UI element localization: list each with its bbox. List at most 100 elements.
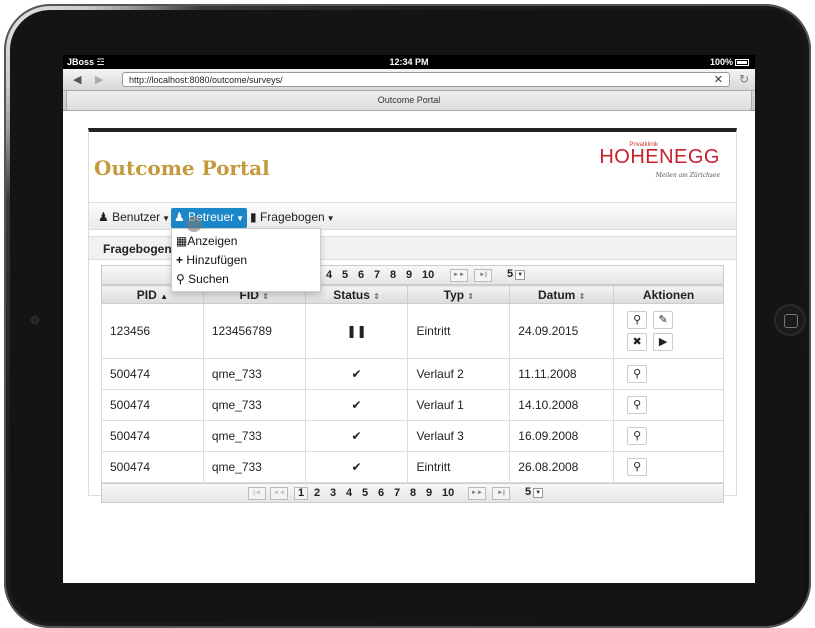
cell-fid: qme_733	[202, 358, 306, 390]
cell-datum: 14.10.2008	[509, 389, 615, 421]
pager-page[interactable]: 5	[342, 269, 348, 281]
back-icon[interactable]: ◀	[73, 73, 81, 86]
search-icon[interactable]: ⚲	[627, 311, 648, 329]
menu-benutzer[interactable]: ♟ Benutzer ▼	[95, 208, 173, 228]
cell-status: ✔	[304, 451, 409, 483]
battery-indicator: 100%	[710, 57, 749, 67]
cell-fid: qme_733	[202, 389, 306, 421]
file-icon: ▮	[250, 210, 257, 224]
pager-page[interactable]: 3	[330, 487, 336, 499]
sort-icon: ⇕	[373, 291, 380, 301]
logo-tagline: Meilen am Zürichsee	[655, 172, 720, 179]
cell-actions: ⚲	[613, 389, 724, 421]
cell-status: ✔	[304, 389, 409, 421]
search-icon[interactable]: ⚲	[627, 396, 648, 414]
cell-pid: 500474	[101, 358, 204, 390]
pause-icon: ❚❚	[346, 324, 367, 338]
cell-actions: ⚲	[613, 451, 724, 483]
table-icon: ▦	[176, 234, 188, 248]
page-size-select[interactable]: 5 ▼	[507, 268, 526, 280]
camera-icon	[31, 316, 39, 324]
cell-typ: Verlauf 3	[407, 420, 511, 452]
pager-page[interactable]: 6	[378, 487, 384, 499]
column-header-typ[interactable]: Typ ⇕	[407, 285, 511, 304]
check-icon: ✔	[351, 367, 362, 381]
sort-icon: ⇕	[578, 291, 586, 301]
cell-pid: 500474	[101, 420, 204, 452]
pager-page[interactable]: 9	[406, 269, 412, 281]
check-icon: ✔	[351, 460, 362, 474]
survey-table: PID ▲ FID ⇕ Status ⇕ Typ ⇕ Datum ⇕ Aktio…	[101, 285, 724, 483]
cell-actions: ⚲	[613, 358, 724, 390]
pager-page-current[interactable]: 1	[294, 487, 308, 500]
pager-page[interactable]: 5	[362, 487, 368, 499]
dropdown-item-hinzufuegen[interactable]: + Hinzufügen	[172, 251, 320, 270]
tab-bar: Outcome Portal	[63, 91, 755, 111]
web-page: Outcome Portal Privatklinik HOHENEGG Mei…	[63, 111, 755, 583]
cell-typ: Eintritt	[407, 451, 511, 483]
search-icon[interactable]: ⚲	[627, 458, 648, 476]
next-page-icon[interactable]: ►►	[468, 487, 486, 500]
betreuer-dropdown: ▦Anzeigen + Hinzufügen ⚲ Suchen	[171, 228, 321, 292]
pager-page[interactable]: 8	[410, 487, 416, 499]
menu-fragebogen[interactable]: ▮ Fragebogen ▼	[247, 208, 338, 228]
pager-page[interactable]: 6	[358, 269, 364, 281]
pager-page[interactable]: 2	[314, 487, 320, 499]
first-page-icon[interactable]: |◄	[248, 487, 266, 500]
browser-toolbar: ◀ ▶ http://localhost:8080/outcome/survey…	[63, 69, 755, 91]
delete-icon[interactable]: ✖	[627, 333, 648, 351]
cell-pid: 500474	[101, 389, 204, 421]
cell-datum: 24.09.2015	[509, 303, 615, 359]
status-bar: JBoss ☲ 12:34 PM 100%	[63, 55, 755, 69]
pager-page[interactable]: 7	[394, 487, 400, 499]
tab-outcome-portal[interactable]: Outcome Portal	[66, 91, 752, 111]
cell-datum: 26.08.2008	[509, 451, 615, 483]
cell-datum: 11.11.2008	[509, 358, 615, 390]
page-size-select[interactable]: 5 ▼	[525, 486, 544, 498]
home-button[interactable]	[774, 304, 806, 336]
cell-actions: ⚲	[613, 420, 724, 452]
cell-typ: Eintritt	[407, 303, 511, 359]
reload-icon[interactable]: ↻	[739, 72, 749, 86]
cell-fid: qme_733	[202, 420, 306, 452]
battery-icon	[735, 59, 749, 66]
cell-fid: 123456789	[202, 303, 306, 359]
play-icon[interactable]: ▶	[653, 333, 674, 351]
cell-status: ❚❚	[304, 303, 409, 359]
dropdown-item-suchen[interactable]: ⚲ Suchen	[172, 270, 320, 289]
survey-grid: 3 4 5 6 7 8 9 10 ►► ►| 5▼ PID ▲	[101, 265, 724, 503]
brand-title[interactable]: Outcome Portal	[94, 156, 270, 180]
pager-page[interactable]: 4	[326, 269, 332, 281]
prev-page-icon[interactable]: ◄◄	[270, 487, 288, 500]
search-icon[interactable]: ⚲	[627, 427, 648, 445]
menu-betreuer[interactable]: ♟ Betreuer ▼	[171, 208, 248, 228]
table-row: 500474 qme_733 ✔ Eintritt 26.08.2008 ⚲	[101, 451, 724, 483]
search-icon[interactable]: ⚲	[627, 365, 648, 383]
table-row: 500474 qme_733 ✔ Verlauf 1 14.10.2008 ⚲	[101, 389, 724, 421]
next-page-icon[interactable]: ►►	[450, 269, 468, 282]
caret-down-icon: ▼	[326, 214, 335, 223]
pager-page[interactable]: 9	[426, 487, 432, 499]
forward-icon[interactable]: ▶	[95, 73, 103, 86]
select-arrow-icon: ▼	[515, 270, 526, 280]
cell-datum: 16.09.2008	[509, 420, 615, 452]
column-header-aktionen: Aktionen	[613, 285, 724, 304]
column-header-datum[interactable]: Datum ⇕	[509, 285, 615, 304]
pager-page[interactable]: 10	[442, 487, 454, 499]
url-field[interactable]: http://localhost:8080/outcome/surveys/ ✕	[122, 72, 730, 87]
edit-icon[interactable]: ✎	[653, 311, 674, 329]
pager-page[interactable]: 7	[374, 269, 380, 281]
logo-main-text: HOHENEGG	[599, 146, 720, 168]
last-page-icon[interactable]: ►|	[474, 269, 492, 282]
cell-typ: Verlauf 2	[407, 358, 511, 390]
check-icon: ✔	[351, 398, 362, 412]
pager-page[interactable]: 8	[390, 269, 396, 281]
clear-url-icon[interactable]: ✕	[714, 73, 723, 86]
plus-icon: +	[176, 253, 184, 267]
dropdown-item-anzeigen[interactable]: ▦Anzeigen	[172, 232, 320, 251]
pager-page[interactable]: 10	[422, 269, 434, 281]
cell-typ: Verlauf 1	[407, 389, 511, 421]
pager-page[interactable]: 4	[346, 487, 352, 499]
table-row: 123456 123456789 ❚❚ Eintritt 24.09.2015 …	[101, 303, 724, 359]
last-page-icon[interactable]: ►|	[492, 487, 510, 500]
